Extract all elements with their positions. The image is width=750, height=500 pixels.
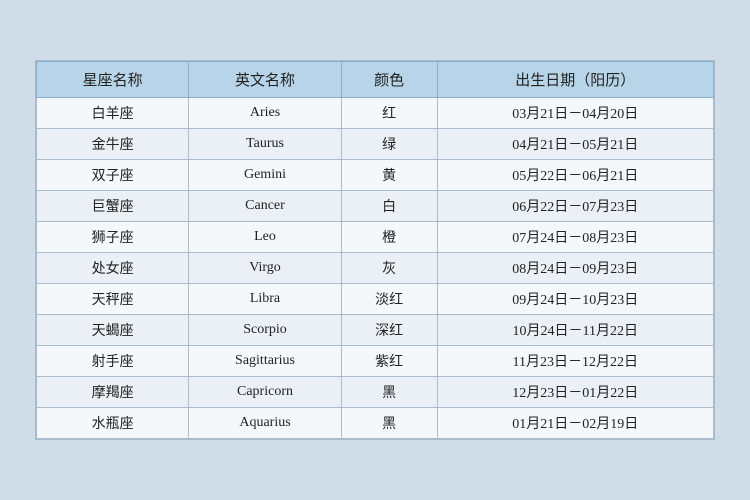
cell-color: 白 [341, 191, 437, 222]
cell-color: 黑 [341, 408, 437, 439]
cell-english-name: Sagittarius [189, 346, 341, 377]
cell-color: 紫红 [341, 346, 437, 377]
cell-english-name: Capricorn [189, 377, 341, 408]
cell-english-name: Libra [189, 284, 341, 315]
table-row: 处女座Virgo灰08月24日－09月23日 [37, 253, 714, 284]
table-row: 巨蟹座Cancer白06月22日－07月23日 [37, 191, 714, 222]
cell-english-name: Scorpio [189, 315, 341, 346]
table-row: 双子座Gemini黄05月22日－06月21日 [37, 160, 714, 191]
header-color: 颜色 [341, 62, 437, 98]
cell-dates: 04月21日－05月21日 [437, 129, 713, 160]
cell-chinese-name: 狮子座 [37, 222, 189, 253]
cell-chinese-name: 天蝎座 [37, 315, 189, 346]
cell-chinese-name: 天秤座 [37, 284, 189, 315]
table-body: 白羊座Aries红03月21日－04月20日金牛座Taurus绿04月21日－0… [37, 98, 714, 439]
cell-dates: 03月21日－04月20日 [437, 98, 713, 129]
table-row: 天秤座Libra淡红09月24日－10月23日 [37, 284, 714, 315]
cell-color: 深红 [341, 315, 437, 346]
table-row: 射手座Sagittarius紫红11月23日－12月22日 [37, 346, 714, 377]
cell-color: 绿 [341, 129, 437, 160]
cell-dates: 08月24日－09月23日 [437, 253, 713, 284]
cell-chinese-name: 摩羯座 [37, 377, 189, 408]
header-dates: 出生日期（阳历） [437, 62, 713, 98]
cell-dates: 11月23日－12月22日 [437, 346, 713, 377]
cell-color: 淡红 [341, 284, 437, 315]
cell-chinese-name: 金牛座 [37, 129, 189, 160]
header-chinese-name: 星座名称 [37, 62, 189, 98]
cell-english-name: Taurus [189, 129, 341, 160]
cell-english-name: Aries [189, 98, 341, 129]
cell-chinese-name: 双子座 [37, 160, 189, 191]
cell-color: 橙 [341, 222, 437, 253]
cell-chinese-name: 巨蟹座 [37, 191, 189, 222]
cell-color: 黄 [341, 160, 437, 191]
cell-color: 黑 [341, 377, 437, 408]
cell-color: 红 [341, 98, 437, 129]
cell-english-name: Aquarius [189, 408, 341, 439]
cell-english-name: Leo [189, 222, 341, 253]
table-row: 摩羯座Capricorn黑12月23日－01月22日 [37, 377, 714, 408]
table-row: 水瓶座Aquarius黑01月21日－02月19日 [37, 408, 714, 439]
table-header-row: 星座名称 英文名称 颜色 出生日期（阳历） [37, 62, 714, 98]
table-row: 白羊座Aries红03月21日－04月20日 [37, 98, 714, 129]
cell-english-name: Cancer [189, 191, 341, 222]
cell-chinese-name: 射手座 [37, 346, 189, 377]
cell-chinese-name: 水瓶座 [37, 408, 189, 439]
cell-dates: 10月24日－11月22日 [437, 315, 713, 346]
table-row: 狮子座Leo橙07月24日－08月23日 [37, 222, 714, 253]
cell-dates: 01月21日－02月19日 [437, 408, 713, 439]
cell-dates: 05月22日－06月21日 [437, 160, 713, 191]
cell-color: 灰 [341, 253, 437, 284]
zodiac-table: 星座名称 英文名称 颜色 出生日期（阳历） 白羊座Aries红03月21日－04… [36, 61, 714, 439]
header-english-name: 英文名称 [189, 62, 341, 98]
cell-dates: 07月24日－08月23日 [437, 222, 713, 253]
table-row: 天蝎座Scorpio深红10月24日－11月22日 [37, 315, 714, 346]
cell-english-name: Gemini [189, 160, 341, 191]
cell-english-name: Virgo [189, 253, 341, 284]
cell-chinese-name: 白羊座 [37, 98, 189, 129]
table-row: 金牛座Taurus绿04月21日－05月21日 [37, 129, 714, 160]
zodiac-table-container: 星座名称 英文名称 颜色 出生日期（阳历） 白羊座Aries红03月21日－04… [35, 60, 715, 440]
cell-dates: 06月22日－07月23日 [437, 191, 713, 222]
cell-dates: 09月24日－10月23日 [437, 284, 713, 315]
cell-dates: 12月23日－01月22日 [437, 377, 713, 408]
cell-chinese-name: 处女座 [37, 253, 189, 284]
